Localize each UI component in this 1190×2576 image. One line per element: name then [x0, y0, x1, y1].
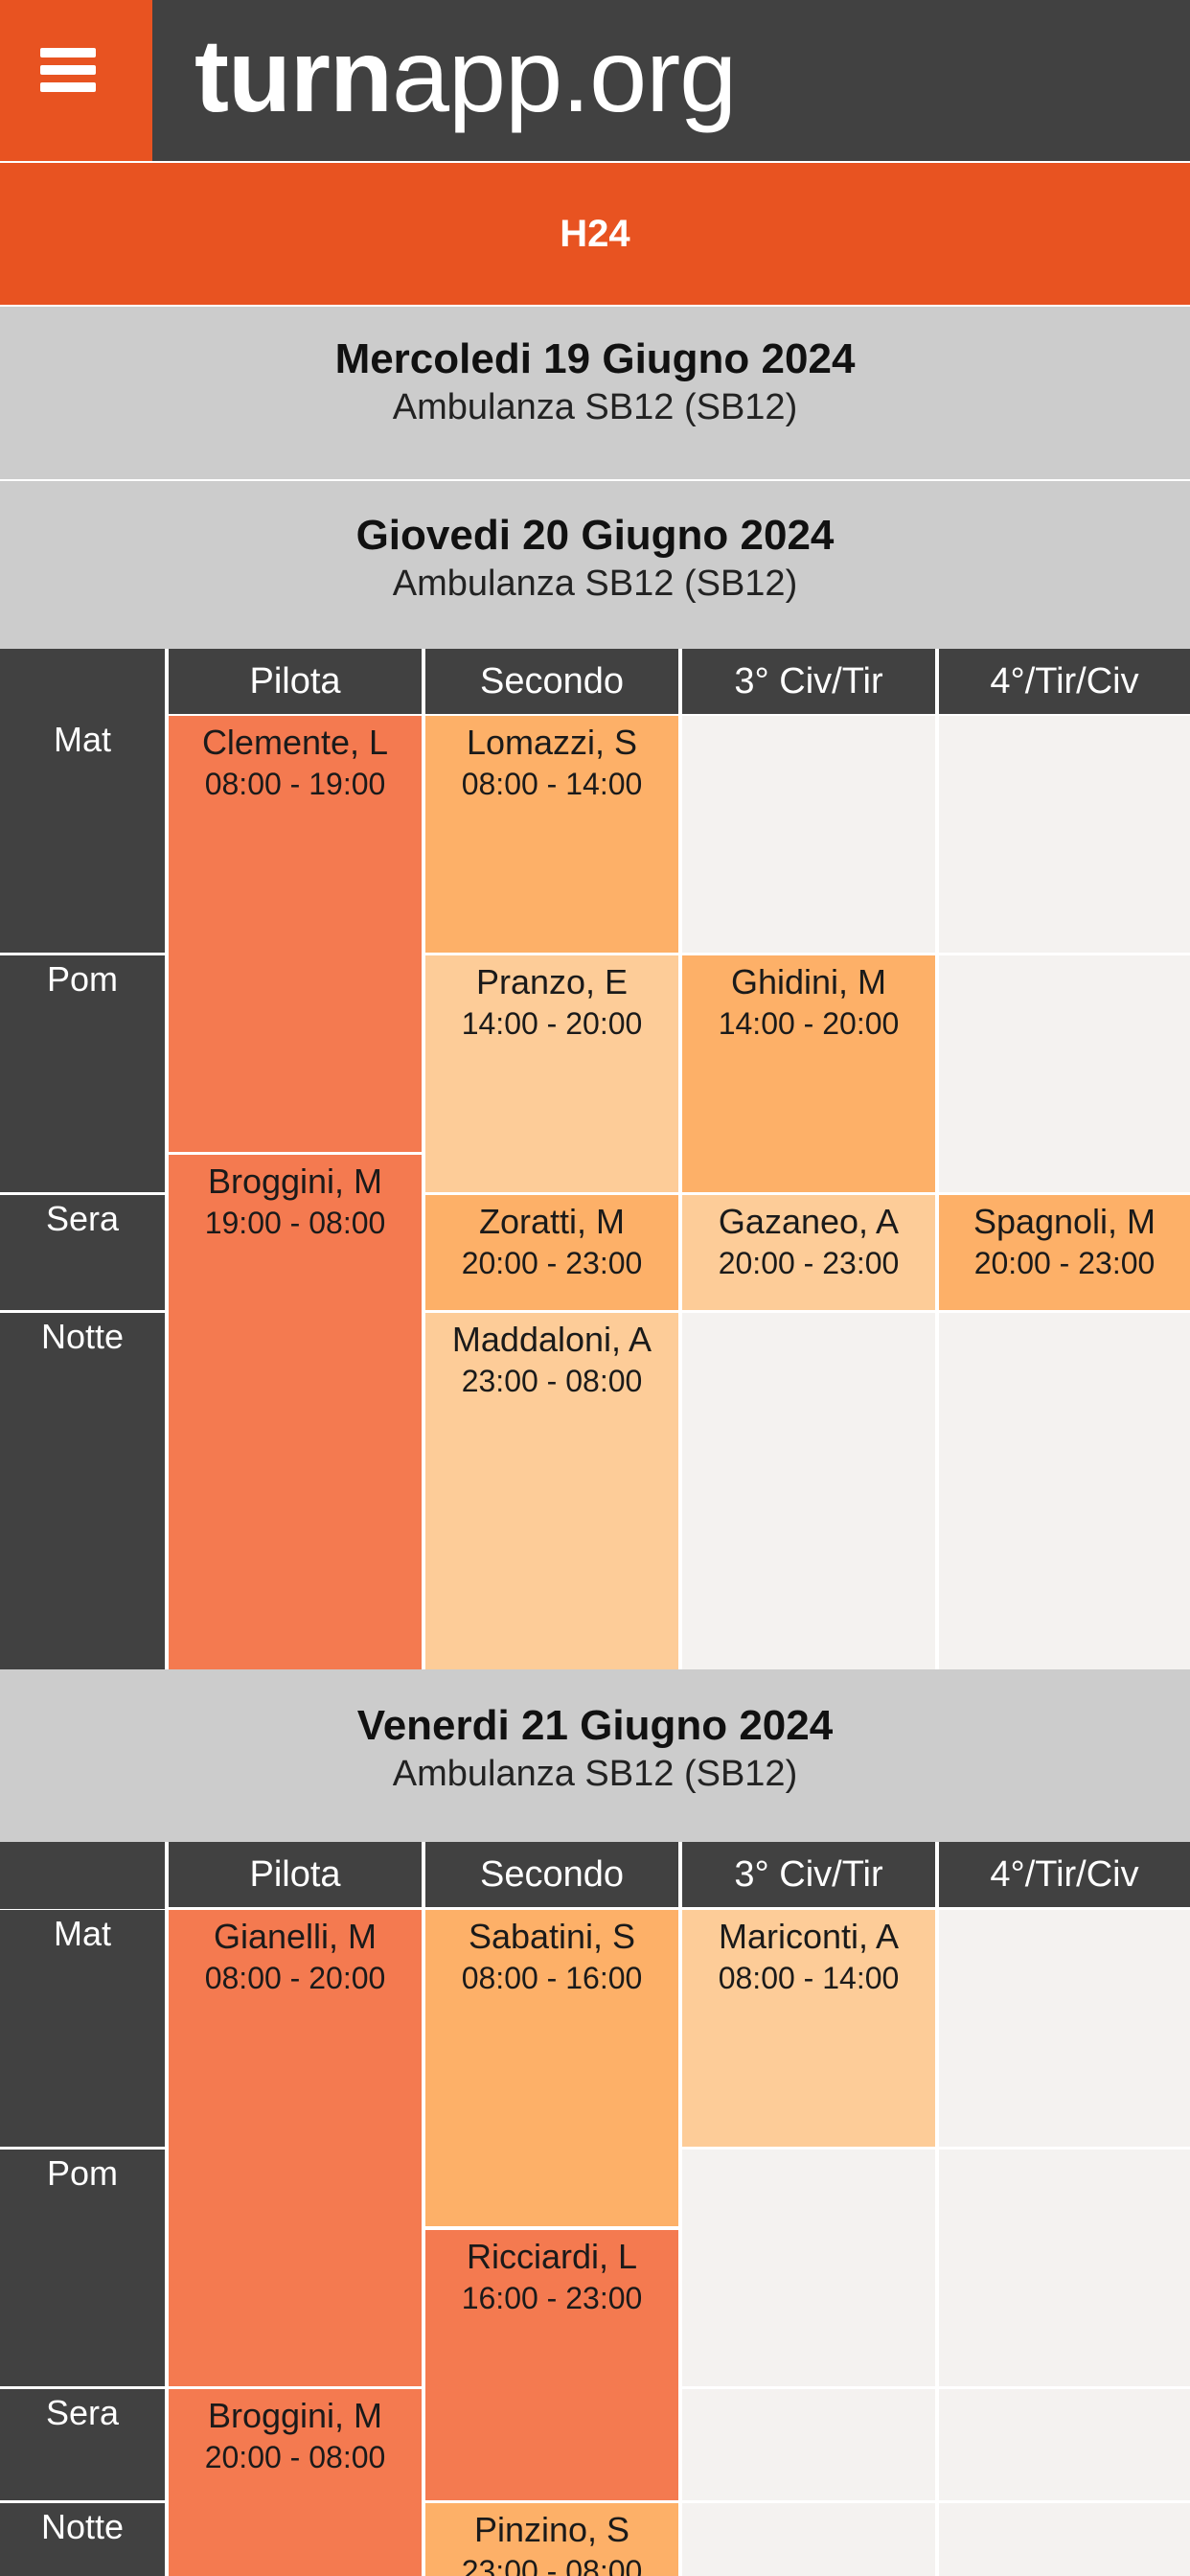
shift-block[interactable]: Sabatini, S 08:00 - 16:00: [425, 1910, 678, 2226]
empty-slot: [939, 2389, 1190, 2500]
row-label-pom: Pom: [0, 955, 165, 1192]
shift-person: Ricciardi, L: [466, 2237, 638, 2276]
shift-person: Maddaloni, A: [451, 1320, 652, 1359]
shift-block[interactable]: Broggini, M 20:00 - 08:00: [169, 2389, 422, 2576]
shift-time: 16:00 - 23:00: [461, 2281, 643, 2315]
shift-time: 14:00 - 20:00: [461, 1006, 643, 1041]
day-title: Venerdi 21 Giugno 2024: [356, 1702, 834, 1749]
column-header-quarto: 4°/Tir/Civ: [939, 1842, 1190, 1907]
shift-time: 14:00 - 20:00: [718, 1006, 900, 1041]
shift-block[interactable]: Mariconti, A 08:00 - 14:00: [682, 1910, 935, 2147]
shift-block[interactable]: Gianelli, M 08:00 - 20:00: [169, 1910, 422, 2386]
shift-block[interactable]: Maddaloni, A 23:00 - 08:00: [425, 1313, 678, 1669]
row-label-sera: Sera: [0, 2389, 165, 2500]
shift-person: Mariconti, A: [718, 1917, 900, 1956]
shift-block[interactable]: Gazaneo, A 20:00 - 23:00: [682, 1195, 935, 1310]
shift-time: 20:00 - 23:00: [973, 1246, 1156, 1280]
shift-person: Pranzo, E: [475, 962, 629, 1001]
shift-time: 19:00 - 08:00: [204, 1206, 386, 1240]
shift-person: Spagnoli, M: [973, 1202, 1156, 1241]
shift-time: 20:00 - 23:00: [718, 1246, 900, 1280]
shift-person: Lomazzi, S: [466, 723, 638, 762]
shift-person: Zoratti, M: [478, 1202, 625, 1241]
shift-person: Ghidini, M: [730, 962, 887, 1001]
shift-block[interactable]: Ghidini, M 14:00 - 20:00: [682, 955, 935, 1192]
empty-slot: [682, 2389, 935, 2500]
vehicle-label: Ambulanza SB12 (SB12): [392, 1754, 798, 1794]
row-label-notte: Notte: [0, 2503, 165, 2576]
hamburger-icon: [40, 82, 96, 92]
row-label-mat: Mat: [0, 716, 165, 953]
row-label-mat: Mat: [0, 1910, 165, 2147]
shift-block[interactable]: Ricciardi, L 16:00 - 23:00: [425, 2230, 678, 2500]
column-header-terzo: 3° Civ/Tir: [682, 1842, 935, 1907]
day-header: Giovedi 20 Giugno 2024 Ambulanza SB12 (S…: [0, 481, 1190, 649]
hamburger-menu-button[interactable]: [0, 0, 152, 161]
empty-slot: [682, 716, 935, 953]
shift-block[interactable]: Pinzino, S 23:00 - 08:00: [425, 2503, 678, 2576]
logo-light-text: app.org: [391, 17, 737, 133]
day-title: Giovedi 20 Giugno 2024: [355, 512, 835, 559]
empty-slot: [939, 1313, 1190, 1669]
row-label-pom: Pom: [0, 2150, 165, 2386]
hamburger-icon: [40, 48, 96, 58]
shift-time: 23:00 - 08:00: [461, 1364, 643, 1398]
shift-block[interactable]: Clemente, L 08:00 - 19:00: [169, 716, 422, 1152]
empty-slot: [939, 2150, 1190, 2386]
vehicle-label: Ambulanza SB12 (SB12): [392, 387, 798, 427]
hamburger-icon: [40, 65, 96, 75]
shift-time: 08:00 - 19:00: [204, 767, 386, 801]
row-label-notte: Notte: [0, 1313, 165, 1669]
shift-time: 08:00 - 14:00: [718, 1961, 900, 1995]
column-header-pilota: Pilota: [169, 1842, 422, 1907]
empty-slot: [939, 955, 1190, 1192]
shift-time: 20:00 - 23:00: [461, 1246, 643, 1280]
grid-corner: [0, 1842, 165, 1909]
column-header-secondo: Secondo: [425, 649, 678, 714]
shift-person: Broggini, M: [207, 1162, 383, 1201]
column-header-terzo: 3° Civ/Tir: [682, 649, 935, 714]
day-header: Venerdi 21 Giugno 2024 Ambulanza SB12 (S…: [0, 1669, 1190, 1842]
shift-person: Gazaneo, A: [718, 1202, 900, 1241]
empty-slot: [682, 1313, 935, 1669]
shift-block[interactable]: Spagnoli, M 20:00 - 23:00: [939, 1195, 1190, 1310]
shift-block[interactable]: Broggini, M 19:00 - 08:00: [169, 1155, 422, 1669]
shift-person: Pinzino, S: [473, 2510, 630, 2549]
shift-time: 20:00 - 08:00: [204, 2440, 386, 2474]
page-title: H24: [0, 163, 1190, 305]
empty-slot: [682, 2503, 935, 2576]
shift-time: 23:00 - 08:00: [461, 2554, 643, 2576]
row-label-sera: Sera: [0, 1195, 165, 1310]
column-header-pilota: Pilota: [169, 649, 422, 714]
day-title: Mercoledi 19 Giugno 2024: [334, 335, 856, 382]
shift-person: Clemente, L: [201, 723, 389, 762]
shift-block[interactable]: Zoratti, M 20:00 - 23:00: [425, 1195, 678, 1310]
shift-block[interactable]: Pranzo, E 14:00 - 20:00: [425, 955, 678, 1192]
shift-person: Gianelli, M: [213, 1917, 378, 1956]
empty-slot: [939, 2503, 1190, 2576]
shift-person: Broggini, M: [207, 2396, 383, 2435]
day-header: Mercoledi 19 Giugno 2024 Ambulanza SB12 …: [0, 307, 1190, 479]
empty-slot: [939, 716, 1190, 953]
vehicle-label: Ambulanza SB12 (SB12): [392, 564, 798, 604]
shift-time: 08:00 - 20:00: [204, 1961, 386, 1995]
logo-bold-text: turn: [195, 17, 393, 133]
shift-block[interactable]: Lomazzi, S 08:00 - 14:00: [425, 716, 678, 953]
grid-corner: [0, 649, 165, 716]
site-logo[interactable]: turnapp.org: [195, 13, 737, 138]
empty-slot: [682, 2150, 935, 2386]
shift-person: Sabatini, S: [468, 1917, 636, 1956]
empty-slot: [939, 1910, 1190, 2147]
column-header-quarto: 4°/Tir/Civ: [939, 649, 1190, 714]
shift-time: 08:00 - 14:00: [461, 767, 643, 801]
top-navigation-bar: turnapp.org: [0, 0, 1190, 161]
column-header-secondo: Secondo: [425, 1842, 678, 1907]
shift-time: 08:00 - 16:00: [461, 1961, 643, 1995]
